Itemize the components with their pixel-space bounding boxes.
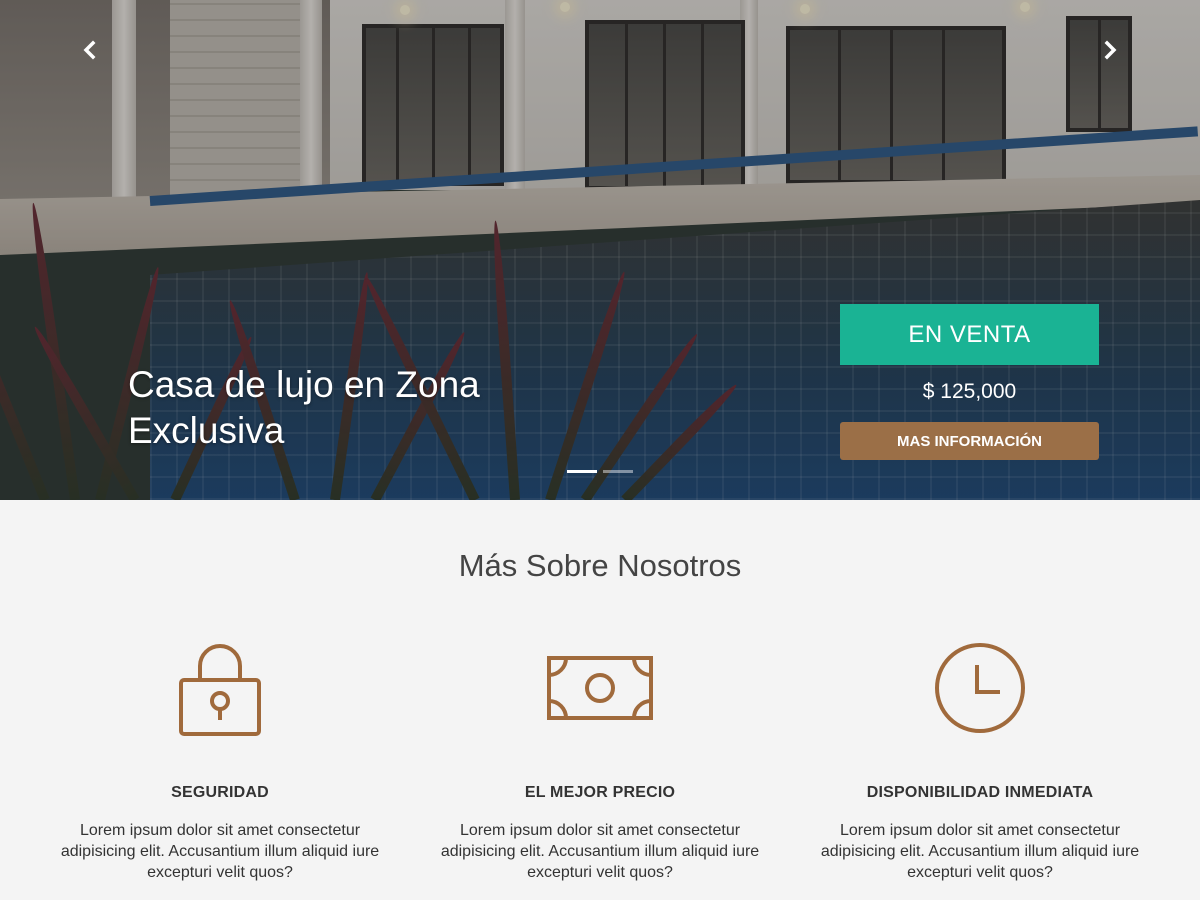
more-info-button[interactable]: MAS INFORMACIÓN (840, 422, 1099, 460)
feature-text: Lorem ipsum dolor sit amet consectetur a… (440, 822, 760, 881)
carousel-indicator-1[interactable] (567, 470, 597, 473)
feature-best-price: EL MEJOR PRECIO Lorem ipsum dolor sit am… (410, 638, 790, 883)
sale-status-badge: EN VENTA (840, 304, 1099, 365)
about-title: Más Sobre Nosotros (458, 548, 742, 583)
sale-price: $ 125,000 (922, 380, 1017, 403)
sale-box: EN VENTA $ 125,000 MAS INFORMACIÓN (840, 304, 1099, 460)
feature-text: Lorem ipsum dolor sit amet consectetur a… (820, 822, 1140, 881)
lock-icon (30, 638, 410, 738)
carousel-indicator-2[interactable] (603, 470, 633, 473)
feature-security: SEGURIDAD Lorem ipsum dolor sit amet con… (30, 638, 410, 883)
feature-title: DISPONIBILIDAD INMEDIATA (866, 784, 1094, 801)
chevron-left-icon (83, 40, 96, 60)
about-section: Más Sobre Nosotros SEGURIDAD Lorem ipsum… (0, 500, 1200, 900)
feature-availability: DISPONIBILIDAD INMEDIATA Lorem ipsum dol… (790, 638, 1170, 883)
feature-title: EL MEJOR PRECIO (524, 784, 676, 801)
clock-icon (790, 638, 1170, 738)
money-bill-icon (410, 638, 790, 738)
carousel-prev-button[interactable] (78, 38, 102, 62)
feature-title: SEGURIDAD (171, 784, 269, 801)
feature-text: Lorem ipsum dolor sit amet consectetur a… (60, 822, 380, 881)
chevron-right-icon (1104, 40, 1117, 60)
hero-title: Casa de lujo en Zona Exclusiva (128, 364, 480, 451)
carousel-indicators (567, 470, 633, 473)
hero-carousel: Casa de lujo en Zona Exclusiva EN VENTA … (0, 0, 1200, 500)
features-list: SEGURIDAD Lorem ipsum dolor sit amet con… (30, 638, 1170, 883)
carousel-next-button[interactable] (1098, 38, 1122, 62)
